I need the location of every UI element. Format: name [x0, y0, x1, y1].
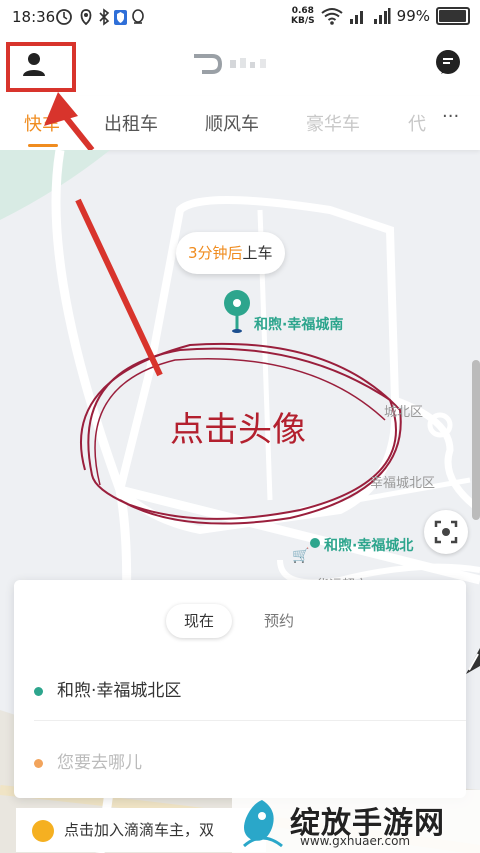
street-label-1: 城北区 [384, 405, 424, 420]
battery-icon [436, 7, 470, 25]
poi-label-2[interactable]: 和煦·幸福城北 [324, 535, 413, 555]
tab-taxi[interactable]: 出租车 [104, 110, 158, 136]
locate-button[interactable] [424, 510, 468, 554]
destination-dot [34, 758, 43, 768]
tab-luxury[interactable]: 豪华车 [306, 110, 360, 136]
tab-designated-driver[interactable]: 代 [408, 110, 426, 136]
poi-dot [310, 538, 320, 548]
driver-join-banner[interactable]: 点击加入滴滴车主，双 [16, 808, 266, 852]
pickup-poi-label[interactable]: 和煦·幸福城南 [254, 314, 343, 334]
annotation-text: 点击头像 [170, 410, 306, 450]
app-header [0, 36, 480, 96]
watermark-url: www.gxhuaer.com [300, 834, 411, 848]
chat-icon [437, 50, 459, 74]
wifi-icon [321, 8, 343, 25]
net-speed-value: 0.68 [291, 6, 314, 16]
destination-field[interactable]: 您要去哪儿 [34, 748, 142, 773]
street-label-2: 幸福城北区 [370, 476, 436, 491]
net-speed-unit: KB/S [291, 16, 315, 26]
eta-time: 3分钟后 [188, 244, 243, 262]
status-left-icons [56, 8, 144, 26]
time-reserve-button[interactable]: 预约 [264, 604, 294, 638]
locate-icon [434, 520, 458, 544]
network-speed: 0.68 KB/S [291, 6, 315, 26]
battery-percent: 99% [396, 7, 430, 25]
coin-icon [32, 819, 54, 842]
more-tabs-button[interactable]: ··· [442, 106, 459, 127]
cart-icon: 🛒 [292, 548, 310, 564]
status-icons [56, 7, 146, 31]
banner-text: 点击加入滴滴车主，双 [64, 821, 215, 839]
message-button[interactable] [436, 50, 460, 74]
card-divider [34, 720, 466, 721]
person-icon [23, 53, 45, 76]
origin-text: 和煦·幸福城北区 [57, 681, 182, 701]
status-right: 0.68 KB/S 99% [291, 6, 470, 26]
tab-carpool[interactable]: 顺风车 [205, 110, 259, 136]
annotation-arrow-head [44, 92, 95, 150]
pickup-pin-icon [224, 290, 250, 333]
origin-field[interactable]: 和煦·幸福城北区 [34, 676, 181, 701]
signal-icon [349, 11, 363, 24]
status-bar: 18:36 0.68 KB/S 99% [0, 0, 480, 36]
battery-fill [439, 10, 467, 22]
status-time: 18:36 [12, 8, 56, 26]
eta-bubble: 3分钟后上车 [176, 232, 285, 274]
origin-dot [34, 686, 43, 696]
time-now-button[interactable]: 现在 [166, 604, 232, 638]
brand-logo [194, 54, 266, 74]
ride-request-card: 现在 预约 和煦·幸福城北区 您要去哪儿 [14, 580, 466, 798]
eta-suffix: 上车 [242, 244, 273, 262]
signal-4g-icon [373, 8, 391, 24]
destination-placeholder: 您要去哪儿 [57, 753, 142, 773]
avatar-button[interactable] [6, 42, 76, 92]
